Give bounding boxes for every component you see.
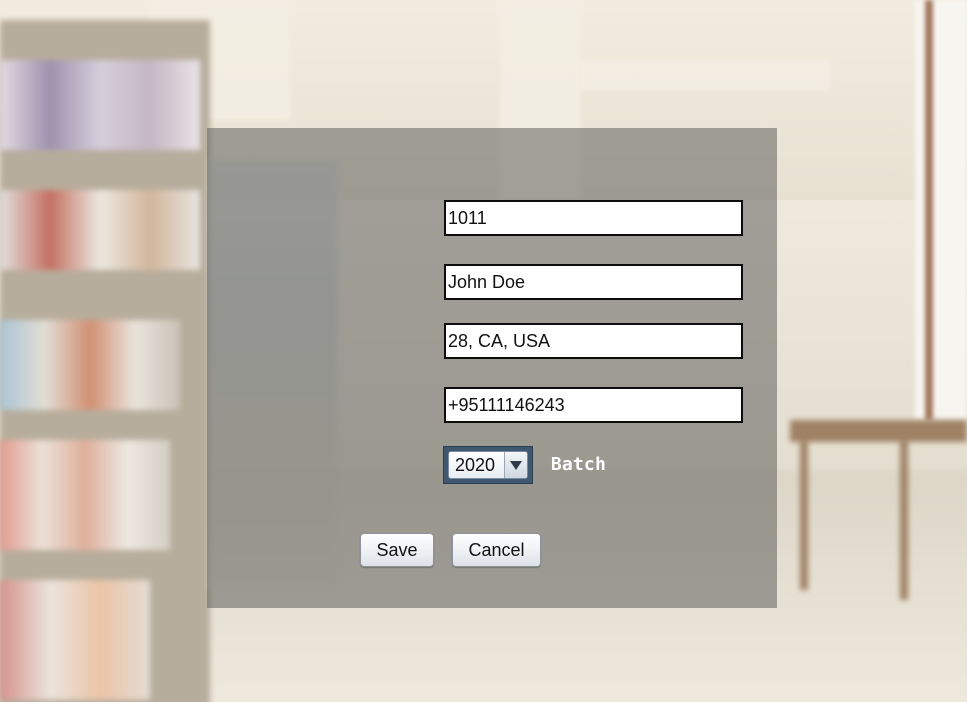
desk: [790, 420, 967, 442]
chevron-down-icon[interactable]: [504, 452, 527, 478]
ceiling-beam: [580, 60, 830, 90]
student-id-field[interactable]: [444, 200, 743, 236]
books: [0, 320, 180, 410]
books: [0, 190, 200, 270]
desk-leg: [900, 440, 908, 600]
address-field[interactable]: [444, 323, 743, 359]
window-frame: [925, 0, 933, 420]
cancel-button[interactable]: Cancel: [452, 533, 541, 567]
student-name-field[interactable]: [444, 264, 743, 300]
save-button[interactable]: Save: [360, 533, 434, 567]
books: [0, 580, 150, 700]
batch-selected-value: 2020: [455, 455, 496, 475]
desk-leg: [800, 440, 808, 590]
window: [915, 0, 967, 420]
contact-no-field[interactable]: [444, 387, 743, 423]
books: [0, 60, 200, 150]
batch-select[interactable]: 2020: [448, 451, 528, 479]
books: [0, 440, 170, 550]
batch-select-frame: 2020: [443, 446, 533, 484]
